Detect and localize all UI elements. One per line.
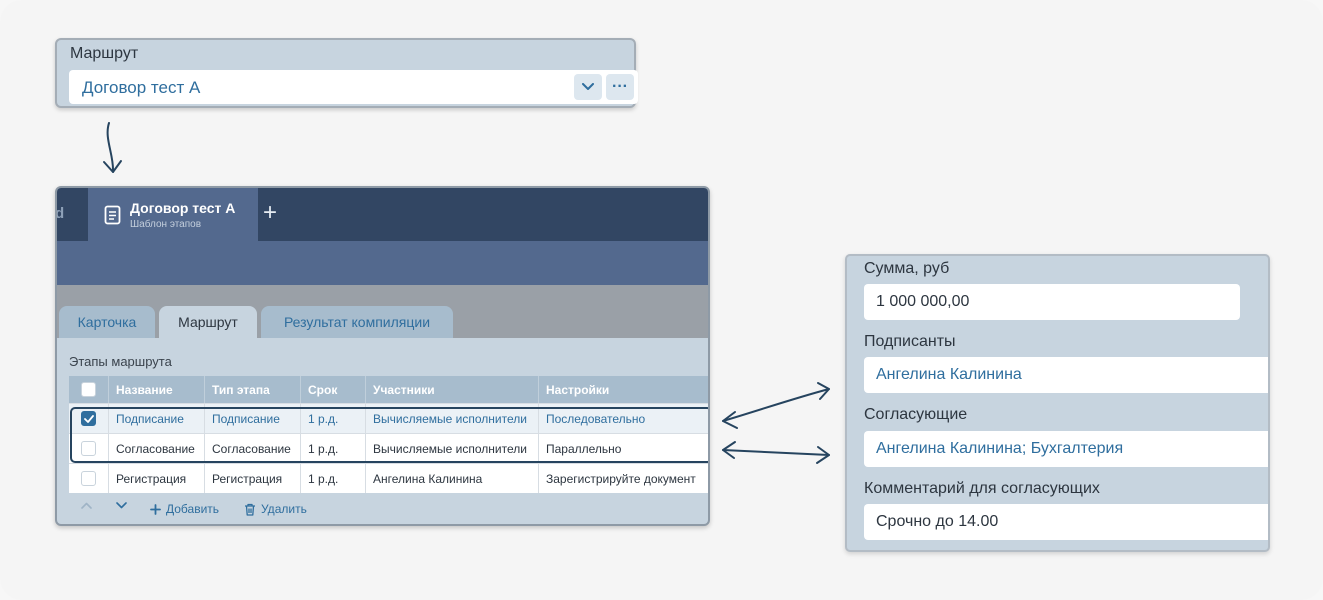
move-down-button[interactable] xyxy=(116,502,127,509)
signers-field[interactable]: Ангелина Калинина xyxy=(864,357,1268,393)
tab-route[interactable]: Маршрут xyxy=(159,306,257,338)
header-band xyxy=(57,241,708,285)
route-more-button[interactable]: ··· xyxy=(606,74,634,100)
gray-band xyxy=(57,285,708,307)
add-stage-button[interactable]: Добавить xyxy=(150,502,219,516)
comment-label: Комментарий для согласующих xyxy=(864,480,1100,497)
move-up-button[interactable] xyxy=(81,502,92,509)
delete-stage-label: Удалить xyxy=(261,502,307,516)
amount-label: Сумма, руб xyxy=(864,260,950,277)
document-icon xyxy=(104,205,121,225)
select-all-cell xyxy=(69,376,108,403)
document-tab[interactable]: Договор тест А Шаблон этапов xyxy=(88,188,258,241)
cell-settings[interactable]: Зарегистрируйте документ xyxy=(538,464,708,493)
column-header-name[interactable]: Название xyxy=(108,376,204,403)
signers-label: Подписанты xyxy=(864,333,956,350)
route-panel: Маршрут Договор тест А ··· xyxy=(55,38,638,108)
cell-participants[interactable]: Ангелина Калинина xyxy=(365,464,538,493)
cell-name[interactable]: Регистрация xyxy=(108,464,204,493)
route-select[interactable]: Договор тест А ··· xyxy=(69,70,638,104)
column-header-term[interactable]: Срок xyxy=(300,376,365,403)
route-dropdown-button[interactable] xyxy=(574,74,602,100)
amount-field[interactable]: 1 000 000,00 xyxy=(864,284,1240,320)
chevron-down-icon xyxy=(582,83,594,90)
table-row[interactable]: Регистрация Регистрация 1 р.д. Ангелина … xyxy=(69,463,708,493)
approvers-label: Согласующие xyxy=(864,406,968,423)
section-tabs: Карточка Маршрут Результат компиляции xyxy=(57,305,708,338)
add-stage-label: Добавить xyxy=(166,502,220,516)
approvers-field[interactable]: Ангелина Калинина; Бухгалтерия xyxy=(864,431,1268,467)
app-window: d Договор тест А Шаблон этапов + Карточк… xyxy=(55,186,710,526)
tab-card[interactable]: Карточка xyxy=(59,306,155,338)
column-header-settings[interactable]: Настройки xyxy=(538,376,708,403)
add-tab-button[interactable]: + xyxy=(263,201,277,225)
column-header-type[interactable]: Тип этапа xyxy=(204,376,300,403)
route-value: Договор тест А xyxy=(82,78,201,97)
select-all-checkbox[interactable] xyxy=(81,382,96,397)
more-horizontal-icon: ··· xyxy=(612,78,628,95)
stage-details-panel: Сумма, руб 1 000 000,00 Подписанты Ангел… xyxy=(845,254,1270,552)
document-tab-title: Договор тест А xyxy=(130,200,236,216)
plus-icon xyxy=(150,503,161,515)
delete-stage-button[interactable]: Удалить xyxy=(244,502,307,516)
document-tab-subtitle: Шаблон этапов xyxy=(130,219,202,230)
cell-term[interactable]: 1 р.д. xyxy=(300,464,365,493)
row-checkbox[interactable] xyxy=(81,471,96,486)
tab-compilation-result[interactable]: Результат компиляции xyxy=(261,306,453,338)
tab-bar: d Договор тест А Шаблон этапов + xyxy=(57,188,708,241)
comment-field[interactable]: Срочно до 14.00 xyxy=(864,504,1268,540)
chevron-down-icon xyxy=(116,502,127,509)
route-label: Маршрут xyxy=(70,45,139,62)
cell-type[interactable]: Регистрация xyxy=(204,464,300,493)
row-checkbox-cell xyxy=(69,464,108,493)
trash-icon xyxy=(245,503,255,516)
rows-highlight-frame xyxy=(70,407,708,463)
table-header: Название Тип этапа Срок Участники Настро… xyxy=(69,376,708,403)
table-toolbar: Добавить Удалить xyxy=(69,498,708,522)
previous-tab-fragment[interactable]: d xyxy=(57,205,64,222)
column-header-participants[interactable]: Участники xyxy=(365,376,538,403)
stages-title: Этапы маршрута xyxy=(69,354,172,369)
chevron-up-icon xyxy=(81,502,92,509)
